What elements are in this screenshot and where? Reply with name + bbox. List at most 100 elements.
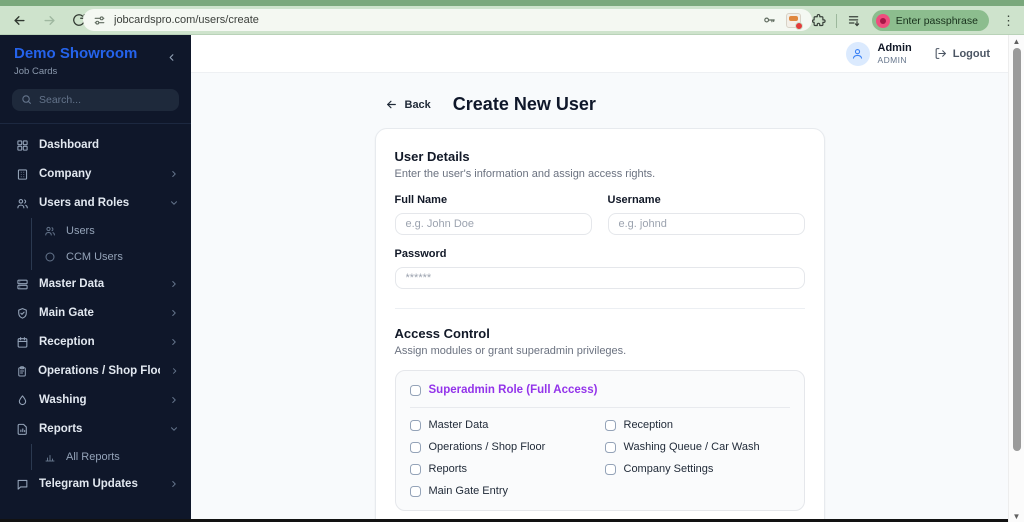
sidebar-item-all-reports[interactable]: All Reports (32, 444, 191, 470)
modules-right-column: Reception Washing Queue / Car Wash Compa… (604, 419, 790, 497)
extension-badge (794, 22, 803, 30)
username-label: Username (607, 194, 661, 206)
module-checkbox-row-master-data[interactable]: Master Data (409, 419, 595, 431)
module-checkbox-row-washing-queue[interactable]: Washing Queue / Car Wash (604, 441, 790, 453)
access-control-box: Superadmin Role (Full Access) Master Dat… (394, 370, 805, 511)
user-role: ADMIN (877, 54, 907, 65)
module-checkbox[interactable] (409, 419, 421, 431)
chevron-right-icon (172, 481, 176, 487)
scrollbar-down-arrow-icon[interactable]: ▼ (1009, 510, 1024, 522)
brand-subtitle: Job Cards (14, 65, 58, 77)
chevron-down-icon (171, 201, 177, 205)
chevron-right-icon (172, 171, 176, 177)
username-field-group: Username (607, 194, 805, 235)
modules-left-column: Master Data Operations / Shop Floor Repo… (409, 419, 595, 497)
chevron-down-icon (171, 427, 177, 431)
module-checkbox-row-operations[interactable]: Operations / Shop Floor (409, 441, 595, 453)
chevron-right-icon (172, 281, 176, 287)
module-checkbox[interactable] (604, 419, 616, 431)
module-checkbox-row-company-settings[interactable]: Company Settings (604, 463, 790, 475)
toolbar-separator (835, 13, 837, 28)
brand-title: Demo Showroom (14, 45, 138, 62)
key-icon[interactable] (762, 13, 776, 27)
sidebar-item-main-gate[interactable]: Main Gate (0, 299, 191, 328)
superadmin-label: Superadmin Role (Full Access) (428, 384, 598, 396)
superadmin-checkbox-row[interactable]: Superadmin Role (Full Access) (409, 384, 790, 408)
reports-submenu: All Reports (31, 443, 191, 470)
report-icon (17, 423, 27, 435)
top-header: Admin ADMIN Logout (191, 35, 1008, 73)
sidebar-item-company[interactable]: Company (0, 160, 191, 189)
brand-block: Demo Showroom Job Cards (14, 45, 138, 77)
module-checkbox[interactable] (409, 441, 421, 453)
sidebar-item-reports[interactable]: Reports (0, 415, 191, 444)
module-checkbox[interactable] (604, 441, 616, 453)
browser-toolbar: jobcardspro.com/users/create Enter passp… (0, 6, 1024, 35)
module-checkbox[interactable] (604, 463, 616, 475)
superadmin-checkbox[interactable] (409, 384, 421, 396)
enter-passphrase-label: Enter passphrase (895, 14, 978, 27)
sidebar-item-dashboard[interactable]: Dashboard (0, 131, 191, 160)
sidebar: Demo Showroom Job Cards Search... Dashbo… (0, 35, 191, 522)
clipboard-icon (18, 365, 26, 377)
logout-icon (935, 48, 946, 59)
calendar-icon (17, 336, 28, 348)
sidebar-item-reception[interactable]: Reception (0, 328, 191, 357)
user-chip[interactable]: Admin ADMIN (845, 41, 912, 66)
back-button[interactable]: Back (385, 98, 431, 111)
enter-passphrase-button[interactable]: Enter passphrase (871, 10, 989, 31)
create-user-card: User Details Enter the user's informatio… (374, 128, 825, 522)
main-content: Back Create New User User Details Enter … (191, 73, 1008, 522)
module-checkbox[interactable] (409, 485, 421, 497)
users-icon (17, 198, 28, 208)
avatar (845, 41, 870, 66)
reading-list-icon[interactable] (847, 13, 862, 28)
sidebar-item-ccm-users[interactable]: CCM Users (32, 244, 191, 270)
module-checkbox-row-reports[interactable]: Reports (409, 463, 595, 475)
module-checkbox-row-reception[interactable]: Reception (604, 419, 790, 431)
address-bar[interactable]: jobcardspro.com/users/create (83, 9, 812, 31)
forward-icon[interactable] (42, 13, 57, 28)
module-checkbox-row-main-gate-entry[interactable]: Main Gate Entry (409, 485, 595, 497)
sidebar-search-input[interactable]: Search... (12, 88, 179, 111)
sidebar-item-washing[interactable]: Washing (0, 386, 191, 415)
module-checkbox[interactable] (409, 463, 421, 475)
url-text[interactable]: jobcardspro.com/users/create (114, 14, 762, 26)
chevron-right-icon (172, 397, 176, 403)
access-control-heading: Access Control (394, 326, 490, 341)
logout-label: Logout (952, 47, 990, 60)
full-name-input[interactable] (394, 213, 592, 235)
search-placeholder: Search... (39, 93, 82, 106)
password-field-group: Password (394, 248, 805, 289)
extension-with-badge-icon[interactable] (785, 13, 803, 30)
password-input[interactable] (394, 267, 805, 289)
logout-button[interactable]: Logout (934, 47, 990, 60)
user-details-subheading: Enter the user's information and assign … (394, 168, 656, 180)
sidebar-item-operations-shop-floor[interactable]: Operations / Shop Floor (0, 357, 191, 386)
scrollbar[interactable]: ▲ ▼ (1008, 35, 1024, 522)
puzzle-icon[interactable] (811, 13, 826, 28)
sidebar-item-telegram-updates[interactable]: Telegram Updates (0, 470, 191, 499)
access-control-subheading: Assign modules or grant superadmin privi… (394, 345, 627, 357)
grid-icon (17, 139, 28, 151)
sidebar-menu: Dashboard Company Users and Roles Users … (0, 124, 191, 499)
shield-icon (18, 307, 27, 319)
sidebar-item-users[interactable]: Users (32, 218, 191, 244)
chart-icon (45, 454, 55, 461)
user-details-heading: User Details (394, 149, 470, 164)
users-and-roles-submenu: Users CCM Users (31, 217, 191, 270)
scrollbar-up-arrow-icon[interactable]: ▲ (1009, 35, 1024, 47)
back-icon[interactable] (12, 13, 27, 28)
sidebar-item-users-and-roles[interactable]: Users and Roles (0, 189, 191, 218)
circle-icon (45, 252, 55, 261)
sidebar-collapse-icon[interactable] (166, 52, 177, 63)
scrollbar-thumb[interactable] (1012, 48, 1021, 451)
kebab-menu-icon[interactable]: ⋮ (999, 14, 1018, 27)
message-icon (17, 479, 28, 490)
chevron-right-icon (172, 310, 176, 316)
browser-chrome: jobcardspro.com/users/create Enter passp… (0, 0, 1024, 35)
site-info-icon[interactable] (93, 14, 106, 27)
sidebar-item-master-data[interactable]: Master Data (0, 270, 191, 299)
full-name-label: Full Name (394, 194, 448, 206)
username-input[interactable] (607, 213, 805, 235)
